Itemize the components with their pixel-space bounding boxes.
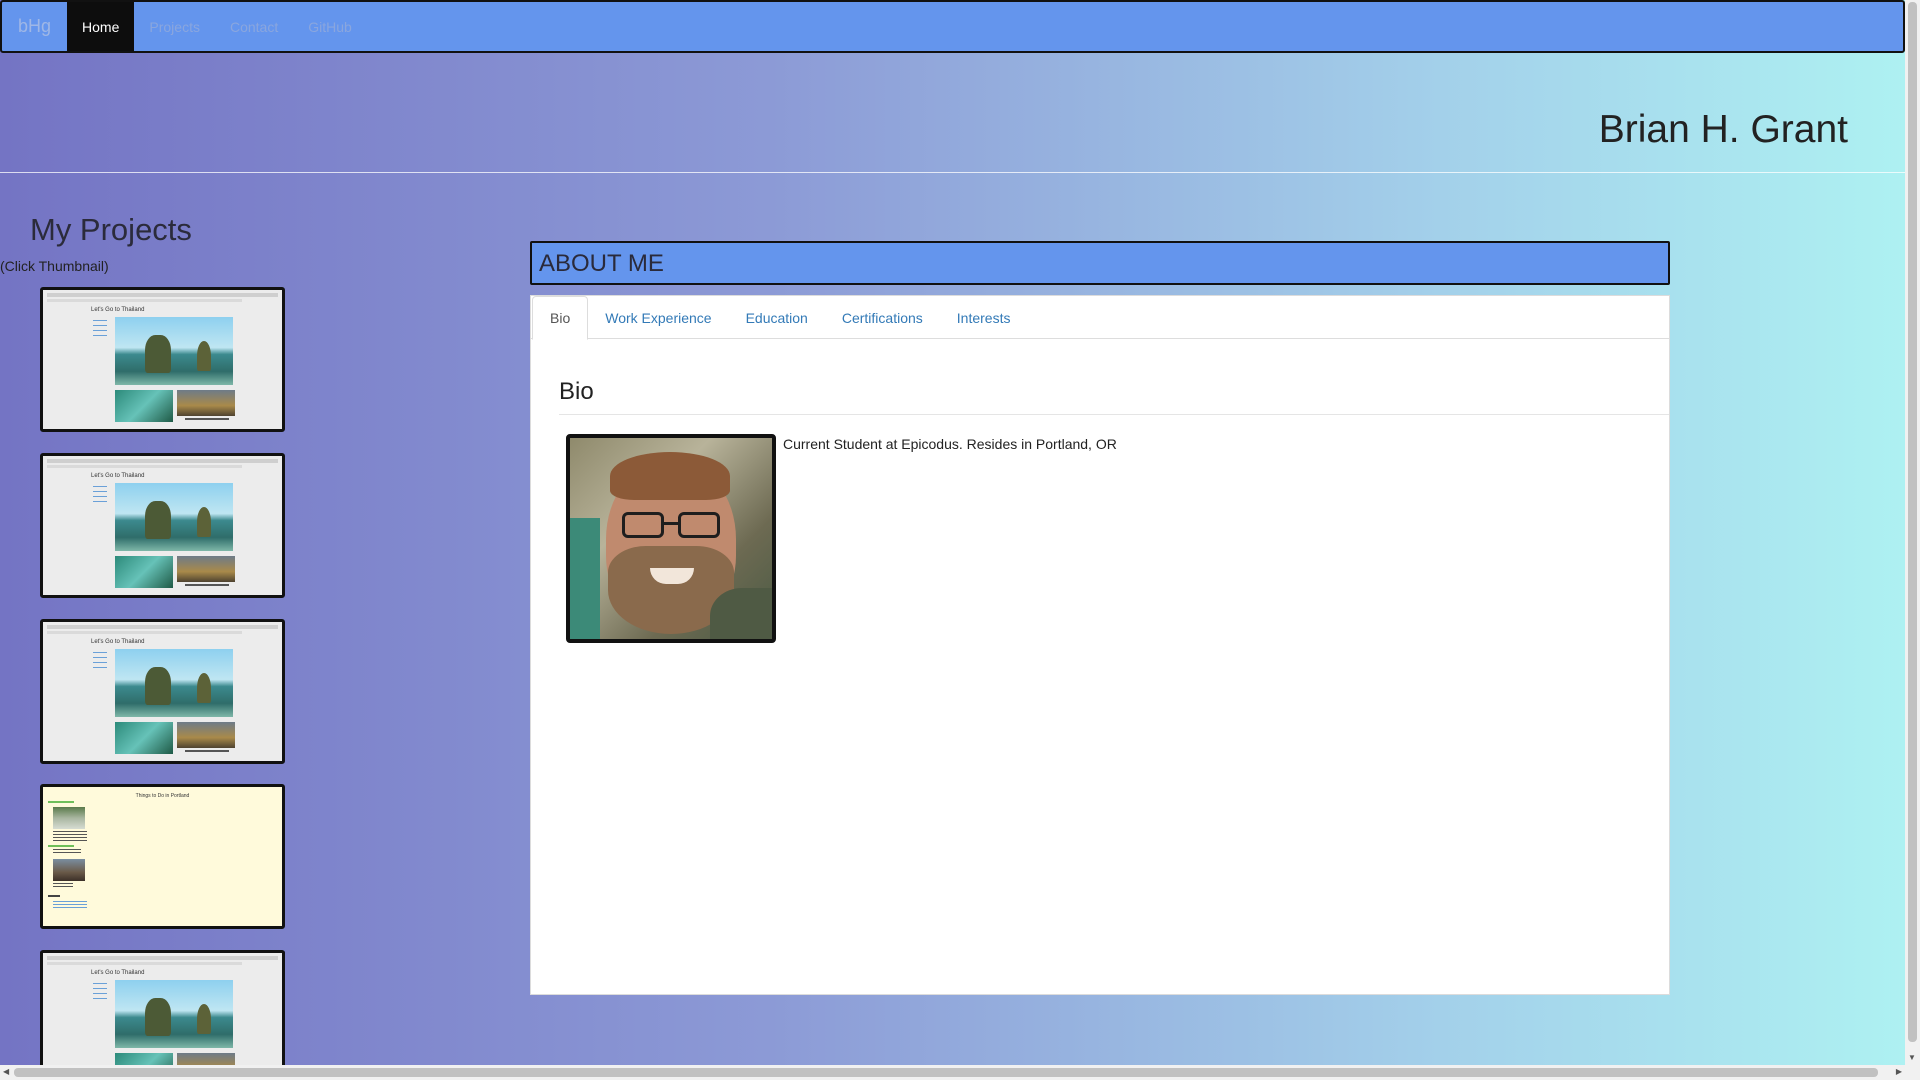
tab-bio[interactable]: Bio — [532, 296, 589, 340]
scroll-right-arrow-icon[interactable]: ▶ — [1896, 1067, 1902, 1076]
profile-photo — [566, 434, 776, 643]
thumbnail-section-heading — [48, 801, 74, 803]
site-owner-name: Brian H. Grant — [1598, 108, 1848, 151]
bio-section-title: Bio — [559, 378, 594, 405]
thumbnail-hero-image — [115, 649, 233, 717]
scroll-left-arrow-icon[interactable]: ◀ — [3, 1067, 9, 1076]
thumbnail-browser-bar — [47, 956, 278, 960]
nav-github[interactable]: GitHub — [293, 2, 367, 51]
thumbnail-hero-image — [115, 483, 233, 551]
thumbnail-hero-image — [115, 980, 233, 1048]
horizontal-scroll-thumb[interactable] — [14, 1068, 1878, 1077]
thumbnail-text-lines — [53, 831, 87, 841]
thumbnail-links — [53, 901, 87, 910]
thumbnail-title: Let's Go to Thailand — [91, 307, 145, 313]
tab-certifications[interactable]: Certifications — [825, 296, 940, 339]
tab-education[interactable]: Education — [729, 296, 825, 339]
thumbnail-browser-bar — [47, 293, 278, 297]
bio-text: Current Student at Epicodus. Resides in … — [783, 436, 1117, 452]
photo-glasses-left — [622, 512, 664, 538]
photo-glasses-right — [678, 512, 720, 538]
tab-work-experience[interactable]: Work Experience — [588, 296, 728, 339]
thumbnail-browser-bar — [47, 459, 278, 463]
project-thumbnail-5[interactable]: Let's Go to Thailand — [40, 950, 285, 1080]
project-thumbnail-1[interactable]: Let's Go to Thailand — [40, 287, 285, 432]
brand-link[interactable]: bHg — [2, 2, 67, 51]
project-thumbnail-4[interactable]: Things to Do in Portland — [40, 784, 285, 929]
tab-interests[interactable]: Interests — [940, 296, 1028, 339]
thumbnail-beach-image — [115, 556, 173, 588]
thumbnail-links — [93, 486, 107, 506]
thumbnail-browser-bar — [47, 625, 278, 629]
thumbnail-beach-image — [115, 390, 173, 422]
projects-hint: (Click Thumbnail) — [0, 258, 109, 274]
thumbnail-title: Let's Go to Thailand — [91, 473, 145, 479]
thumbnail-caption — [185, 584, 229, 586]
thumbnail-temple-image — [177, 722, 235, 748]
horizontal-scrollbar[interactable]: ◀ ▶ — [0, 1065, 1905, 1080]
project-thumbnail-2[interactable]: Let's Go to Thailand — [40, 453, 285, 598]
thumbnail-caption — [185, 418, 229, 420]
nav-projects[interactable]: Projects — [134, 2, 215, 51]
project-thumbnail-3[interactable]: Let's Go to Thailand — [40, 619, 285, 764]
thumbnail-title: Let's Go to Thailand — [91, 970, 145, 976]
thumbnail-text-lines — [53, 883, 73, 889]
thumbnail-beach-image — [115, 722, 173, 754]
about-me-panel: Bio Work Experience Education Certificat… — [530, 295, 1670, 995]
thumbnail-hero-image — [115, 317, 233, 385]
thumbnail-links — [93, 983, 107, 1003]
thumbnail-temple-image — [177, 390, 235, 416]
photo-shoulder — [710, 588, 772, 639]
scroll-down-arrow-icon[interactable]: ▼ — [1908, 1053, 1916, 1062]
thumbnail-text-lines — [53, 849, 81, 855]
thumbnail-address-bar — [47, 465, 242, 468]
thumbnail-waterfall-image — [53, 807, 85, 829]
top-navbar: bHg Home Projects Contact GitHub — [0, 0, 1905, 53]
header-divider — [0, 172, 1905, 173]
thumbnail-temple-image — [177, 556, 235, 582]
thumbnail-building-image — [53, 859, 85, 881]
thumbnail-address-bar — [47, 631, 242, 634]
photo-hair — [610, 452, 730, 500]
thumbnail-links — [93, 652, 107, 672]
photo-background — [570, 518, 600, 639]
nav-contact[interactable]: Contact — [215, 2, 293, 51]
thumbnail-links — [93, 320, 107, 340]
thumbnail-section-heading — [48, 895, 60, 897]
projects-title: My Projects — [30, 212, 192, 247]
vertical-scrollbar[interactable]: ▼ — [1905, 0, 1920, 1080]
vertical-scroll-thumb[interactable] — [1908, 2, 1917, 1042]
thumbnail-caption — [185, 750, 229, 752]
about-tabs: Bio Work Experience Education Certificat… — [531, 296, 1669, 340]
photo-glasses-bridge — [664, 522, 678, 525]
thumbnail-title: Things to Do in Portland — [135, 793, 190, 799]
about-me-heading: ABOUT ME — [530, 241, 1670, 285]
nav-home[interactable]: Home — [67, 2, 135, 51]
thumbnail-section-heading — [48, 845, 74, 847]
thumbnail-title: Let's Go to Thailand — [91, 639, 145, 645]
thumbnail-address-bar — [47, 299, 242, 302]
thumbnail-address-bar — [47, 962, 242, 965]
bio-divider — [559, 414, 1669, 415]
